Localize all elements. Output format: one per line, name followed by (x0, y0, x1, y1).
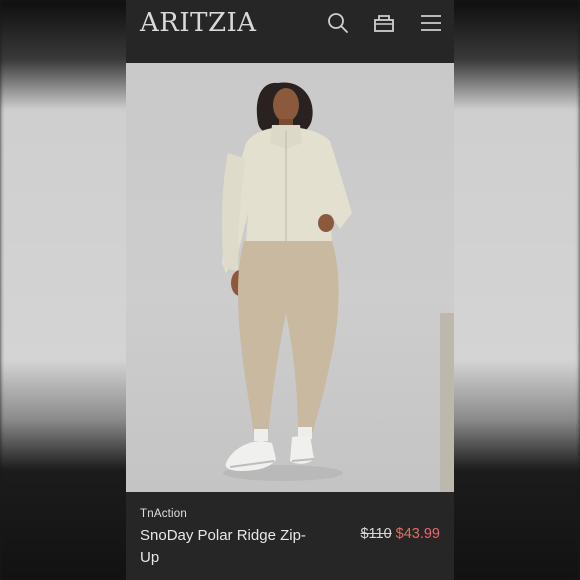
header-bar: ARITZIA (126, 0, 454, 63)
product-image[interactable] (126, 63, 454, 492)
product-card-screen: ARITZIA TnAction SnoDay Polar Ridge Zip-… (126, 0, 454, 580)
product-info: TnAction SnoDay Polar Ridge Zip-Up $110 $… (126, 492, 454, 580)
aritzia-logo[interactable]: ARITZIA (140, 8, 257, 38)
bag-icon[interactable] (373, 12, 395, 34)
search-icon[interactable] (327, 12, 349, 34)
original-price: $110 (360, 526, 392, 542)
menu-icon[interactable] (420, 12, 442, 34)
product-title[interactable]: SnoDay Polar Ridge Zip-Up (140, 525, 320, 569)
sale-price: $43.99 (395, 526, 440, 542)
price-block: $110 $43.99 (360, 526, 440, 542)
product-brand[interactable]: TnAction (140, 508, 187, 520)
